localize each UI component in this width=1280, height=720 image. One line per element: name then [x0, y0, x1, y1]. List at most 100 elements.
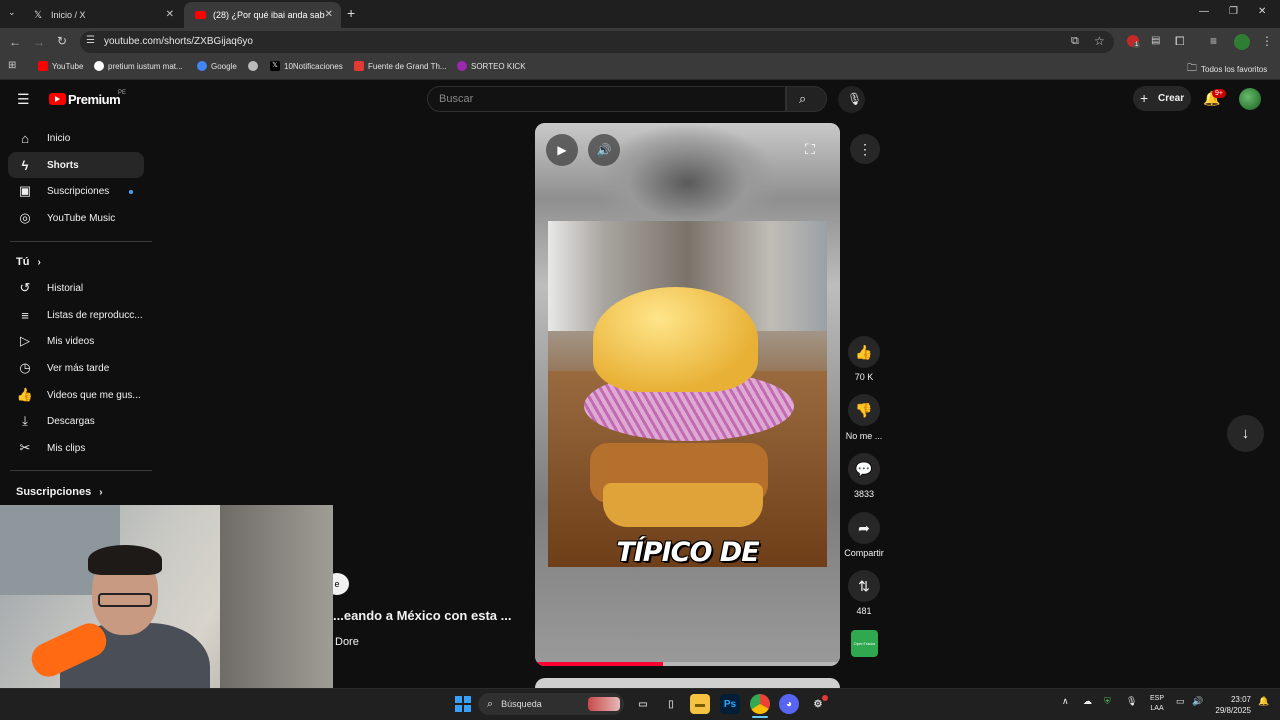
app-icon[interactable]: ▯ — [661, 694, 681, 714]
progress-bar[interactable] — [535, 662, 840, 666]
sidebar-item-youtube-music[interactable]: ◎ YouTube Music — [8, 205, 144, 231]
security-icon[interactable]: ⛨ — [1104, 696, 1111, 707]
avatar[interactable] — [1239, 88, 1261, 110]
new-tab-button[interactable]: + — [347, 5, 355, 21]
sidebar-item-historial[interactable]: ↺ Historial — [8, 275, 144, 301]
profile-avatar[interactable] — [1234, 34, 1250, 50]
sidebar-item-downloads[interactable]: ⤓ Descargas — [8, 408, 144, 434]
channel-name[interactable]: Dore — [335, 636, 359, 648]
media-control-icon[interactable]: ≡ — [1210, 34, 1217, 48]
audio-track-thumbnail[interactable]: OpenTracks — [851, 630, 878, 657]
search-label: Búsqueda — [501, 699, 542, 709]
input-language[interactable]: ESP LAA — [1150, 694, 1164, 714]
bookmark-10notificaciones[interactable]: 𝕏 10Notificaciones — [270, 61, 343, 71]
arrow-down-icon: ↓ — [1241, 425, 1250, 442]
mic-icon: 🎙 — [847, 92, 863, 106]
search-button[interactable] — [786, 86, 827, 112]
bookmark-star-icon[interactable]: ☆ — [1094, 34, 1105, 48]
dislike-button[interactable]: 👎 — [848, 394, 880, 426]
food-image — [548, 221, 827, 567]
logo-text[interactable]: Premium — [68, 92, 121, 107]
sidebar-item-inicio[interactable]: ⌂ Inicio — [8, 125, 144, 151]
extensions-puzzle-icon[interactable]: ⧠ — [1175, 34, 1185, 49]
photoshop-icon[interactable]: Ps — [720, 694, 740, 714]
file-explorer-icon[interactable]: ▬ — [690, 694, 710, 714]
sandwich-top-bun — [593, 287, 758, 392]
install-app-icon[interactable]: ⧉ — [1071, 35, 1079, 48]
fullscreen-icon[interactable]: ⛶ — [805, 141, 815, 158]
bookmark-google[interactable]: Google — [197, 61, 237, 71]
close-tab-icon[interactable]: ✕ — [325, 9, 333, 20]
sidebar-item-playlists[interactable]: ≡ Listas de reproducc... — [8, 302, 144, 328]
reload-icon[interactable]: ↻ — [57, 34, 67, 48]
remix-button[interactable]: ⇅ — [848, 570, 880, 602]
new-content-dot — [129, 190, 133, 194]
history-icon: ↺ — [19, 280, 31, 295]
all-bookmarks-folder[interactable]: 🗀 Todos los favoritos — [1187, 61, 1267, 78]
next-short-preview[interactable] — [535, 678, 840, 688]
play-button[interactable]: ▶ — [546, 134, 578, 166]
like-button[interactable]: 👍 — [848, 336, 880, 368]
volume-tray-icon[interactable]: 🔊 — [1192, 696, 1203, 707]
sidebar-item-label: Videos que me gus... — [47, 389, 141, 401]
more-options-button[interactable]: ⋮ — [850, 134, 880, 164]
site-info-icon[interactable]: ☰ — [86, 35, 95, 46]
network-icon[interactable]: ▭ — [1176, 696, 1185, 707]
volume-button[interactable]: 🔊 — [588, 134, 620, 166]
restore-icon[interactable]: ❐ — [1229, 6, 1238, 17]
sidebar-item-liked-videos[interactable]: 👍 Videos que me gus... — [8, 382, 144, 408]
chevron-right-icon: › — [99, 487, 103, 498]
search-placeholder: Buscar — [439, 93, 474, 105]
bookmark-youtube[interactable]: YouTube — [38, 61, 83, 71]
music-icon: ◎ — [19, 210, 31, 225]
plus-icon: + — [1140, 90, 1149, 106]
thumbs-down-icon: 👎 — [855, 401, 873, 418]
tab-x-home[interactable]: 𝕏 Inicio / X ✕ — [22, 2, 182, 28]
apps-grid-icon[interactable]: ⊞ — [8, 60, 16, 71]
chrome-icon[interactable] — [750, 694, 770, 714]
bookmark-label: Google — [211, 61, 237, 71]
sidebar-item-watch-later[interactable]: ◷ Ver más tarde — [8, 355, 144, 381]
sidebar-item-label: Listas de reproducc... — [47, 309, 143, 321]
task-view-icon[interactable]: ▭ — [633, 694, 653, 714]
tray-overflow-icon[interactable]: ∧ — [1062, 696, 1069, 707]
comments-button[interactable]: 💬 — [848, 453, 880, 485]
bookmark-pretium[interactable]: pretium iustum mat... — [94, 61, 183, 71]
sidebar-item-my-clips[interactable]: ✂ Mis clips — [8, 435, 144, 461]
bookmark-globe[interactable] — [248, 61, 258, 71]
share-button[interactable]: ➦ — [848, 512, 880, 544]
windows-start-icon[interactable] — [455, 696, 471, 712]
close-tab-icon[interactable]: ✕ — [166, 9, 174, 20]
minimize-icon[interactable]: — — [1199, 6, 1209, 17]
system-clock[interactable]: 23:07 29/8/2025 — [1213, 694, 1251, 716]
bookmark-grand-theft[interactable]: Fuente de Grand Th... — [354, 61, 447, 71]
search-icon: ⌕ — [799, 91, 807, 106]
forward-icon[interactable]: → — [33, 35, 45, 49]
notification-center-icon[interactable]: 🔔 — [1258, 696, 1269, 707]
window-close-icon[interactable]: ✕ — [1258, 6, 1266, 17]
microphone-tray-icon[interactable]: 🎙 — [1126, 696, 1137, 707]
wallet-icon[interactable]: ▤ — [1151, 35, 1160, 46]
tab-youtube[interactable]: (28) ¿Por qué ibai anda sabote... ✕ — [184, 2, 341, 28]
app-label: Ps — [723, 698, 737, 710]
back-icon[interactable]: ← — [9, 35, 21, 49]
subscriptions-section-heading[interactable]: Suscripciones › — [16, 486, 103, 498]
url-text[interactable]: youtube.com/shorts/ZXBGijaq6yo — [104, 36, 253, 47]
onedrive-icon[interactable]: ☁ — [1083, 696, 1092, 707]
you-section-heading[interactable]: Tú › — [16, 256, 41, 268]
short-video-player[interactable]: TÍPICO DE ▶ 🔊 ⛶ — [535, 123, 840, 666]
hamburger-menu-icon[interactable]: ☰ — [17, 91, 30, 108]
sidebar-item-my-videos[interactable]: ▷ Mis videos — [8, 328, 144, 354]
discord-icon[interactable]: ◕ — [779, 694, 799, 714]
bookmark-sorteo-kick[interactable]: SORTEO KICK — [457, 61, 526, 71]
search-input[interactable] — [427, 86, 786, 112]
tab-search-chevron-icon[interactable]: ⌄ — [8, 7, 16, 18]
taskbar-search[interactable]: ⌕ Búsqueda — [478, 693, 624, 715]
menu-kebab-icon[interactable]: ⋮ — [1261, 34, 1273, 48]
search-highlight-icon — [588, 697, 620, 711]
sidebar-item-shorts[interactable]: ϟ Shorts — [8, 152, 144, 178]
next-short-button[interactable]: ↓ — [1227, 415, 1264, 452]
video-title[interactable]: ...eando a México con esta ... — [333, 608, 511, 623]
google-icon — [197, 61, 207, 71]
sidebar-item-suscripciones[interactable]: ▣ Suscripciones — [8, 178, 144, 204]
